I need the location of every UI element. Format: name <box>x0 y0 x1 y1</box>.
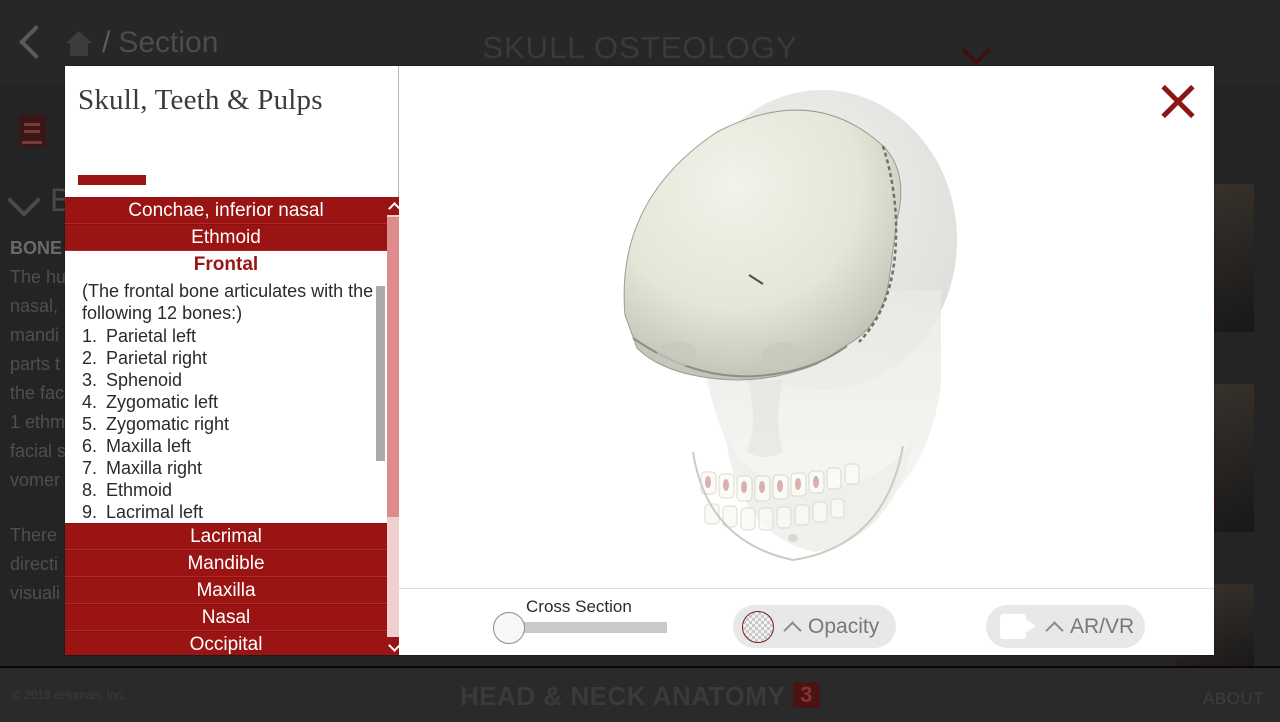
scroll-up-arrow-icon[interactable] <box>387 197 399 215</box>
articulating-bone-item: 2. Parietal right <box>82 347 375 369</box>
list-number: 1. <box>82 326 98 346</box>
footer-bar: © 2018 eHuman, Inc. HEAD & NECK ANATOMY 3… <box>0 666 1280 722</box>
page-title: SKULL OSTEOLOGY <box>482 30 798 65</box>
list-number: 3. <box>82 370 98 390</box>
arvr-button[interactable]: AR/VR <box>986 605 1145 648</box>
articulating-bone-item: 3. Sphenoid <box>82 369 375 391</box>
bone-list-scroll-area[interactable]: Conchae, inferior nasal Ethmoid Frontal (Th… <box>65 197 399 655</box>
video-camera-icon <box>1000 614 1036 639</box>
articulating-bone-item: 7. Maxilla right <box>82 457 375 479</box>
cross-section-label: Cross Section <box>526 597 632 616</box>
articulating-bone-item: 6. Maxilla left <box>82 435 375 457</box>
opacity-label: Opacity <box>808 614 880 638</box>
footer-title: HEAD & NECK ANATOMY 3 <box>0 681 1280 712</box>
articulating-bone-item: 5. Zygomatic right <box>82 413 375 435</box>
list-label: Zygomatic right <box>106 414 230 434</box>
list-number: 4. <box>82 392 98 412</box>
bone-detail-lead: (The frontal bone articulates with the f… <box>82 281 374 323</box>
bone-list-item[interactable]: Occipital <box>65 631 387 655</box>
list-number: 7. <box>82 458 98 478</box>
list-number: 9. <box>82 502 98 522</box>
list-label: Maxilla right <box>106 458 203 478</box>
list-number: 2. <box>82 348 98 368</box>
book-icon[interactable] <box>18 114 48 148</box>
bone-list-item[interactable]: Frontal <box>65 251 387 278</box>
arvr-label: AR/VR <box>1070 614 1135 638</box>
list-label: Ethmoid <box>106 480 173 500</box>
list-label: Parietal right <box>106 348 208 368</box>
viewer-toolbar: Cross Section Opacity AR/VR <box>399 588 1214 655</box>
bone-list-item[interactable]: Conchae, inferior nasal <box>65 197 387 224</box>
about-link[interactable]: ABOUT <box>1203 689 1264 709</box>
opacity-checkerboard-icon <box>742 610 774 643</box>
chevron-up-icon <box>784 621 800 633</box>
articulating-bone-item: 4. Zygomatic left <box>82 391 375 413</box>
modal-title: Skull, Teeth & Pulps <box>78 84 323 116</box>
list-number: 8. <box>82 480 98 500</box>
bone-detail-panel: (The frontal bone articulates with the f… <box>65 278 387 523</box>
chevron-up-icon <box>1046 621 1062 633</box>
bone-list-item[interactable]: Ethmoid <box>65 224 387 251</box>
bone-list-scrollbar[interactable] <box>387 197 399 655</box>
opacity-button[interactable]: Opacity <box>733 605 896 648</box>
list-label: Lacrimal left <box>106 502 204 522</box>
cross-section-slider-track[interactable] <box>522 622 667 633</box>
articulating-bone-item: 8. Ethmoid <box>82 479 375 501</box>
title-underline-rule <box>78 175 146 185</box>
skull-teeth-pulps-modal: Skull, Teeth & Pulps Conchae, inferior n… <box>65 66 1214 655</box>
list-label: Sphenoid <box>106 370 183 390</box>
footer-title-text: HEAD & NECK ANATOMY <box>459 681 786 711</box>
bone-list-item[interactable]: Nasal <box>65 604 387 631</box>
bone-list-panel: Skull, Teeth & Pulps Conchae, inferior n… <box>65 66 399 655</box>
list-number: 6. <box>82 436 98 456</box>
bone-list: Conchae, inferior nasal Ethmoid Frontal (Th… <box>65 197 387 655</box>
3d-model-viewer[interactable] <box>399 66 1214 588</box>
articulating-bone-item: 9. Lacrimal left <box>82 501 375 523</box>
articulating-bone-item: 1. Parietal left <box>82 325 375 347</box>
list-number: 5. <box>82 414 98 434</box>
section-chevron-down-icon[interactable] <box>10 188 40 210</box>
scroll-down-arrow-icon[interactable] <box>387 637 399 655</box>
bone-list-item[interactable]: Lacrimal <box>65 523 387 550</box>
bone-list-item[interactable]: Mandible <box>65 550 387 577</box>
scrollbar-thumb[interactable] <box>387 217 399 517</box>
chevron-down-icon[interactable] <box>964 40 990 56</box>
articulating-bones-list: 1. Parietal left 2. Parietal right 3. Sphenoi… <box>82 325 375 523</box>
skull-3d-model[interactable] <box>597 80 1017 580</box>
bone-list-item[interactable]: Maxilla <box>65 577 387 604</box>
list-label: Maxilla left <box>106 436 192 456</box>
footer-version-badge: 3 <box>793 682 821 708</box>
cross-section-slider-knob[interactable] <box>493 612 525 644</box>
detail-scrollbar-thumb[interactable] <box>376 286 385 461</box>
model-viewer-panel: Cross Section Opacity AR/VR <box>399 66 1214 655</box>
list-label: Parietal left <box>106 326 197 346</box>
list-label: Zygomatic left <box>106 392 219 412</box>
